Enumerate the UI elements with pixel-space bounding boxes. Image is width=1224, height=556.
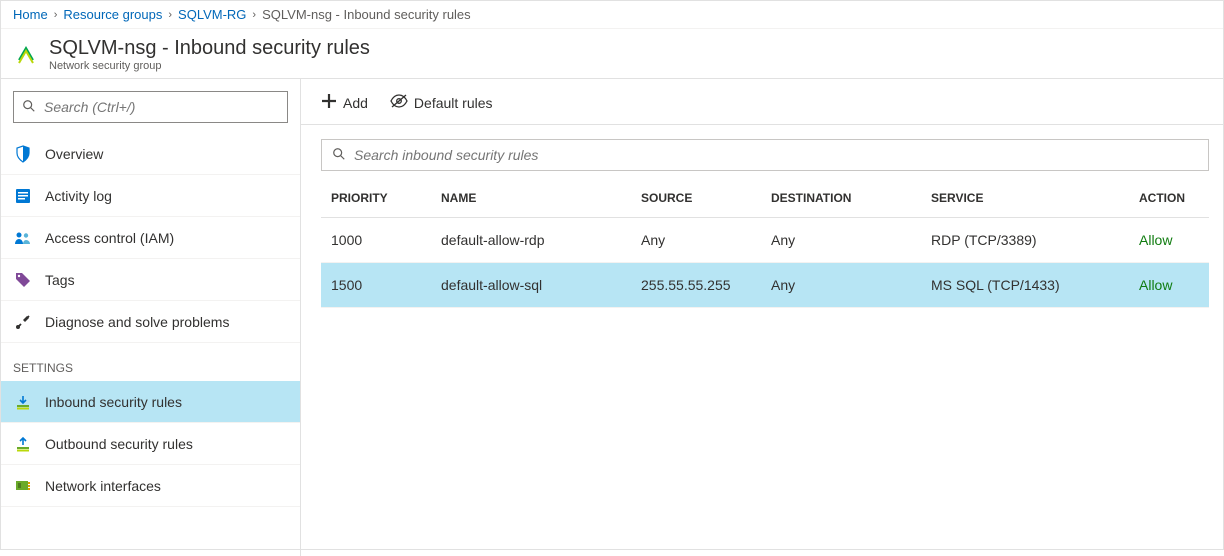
cell-source: Any [631, 218, 761, 263]
sidebar-item-label: Overview [45, 146, 103, 162]
cell-destination: Any [761, 218, 921, 263]
sidebar-item-label: Outbound security rules [45, 436, 193, 452]
default-rules-button[interactable]: Default rules [390, 94, 493, 111]
col-source[interactable]: SOURCE [631, 179, 761, 218]
sidebar-item-diagnose[interactable]: Diagnose and solve problems [1, 301, 300, 343]
inbound-icon [13, 394, 33, 410]
cell-priority: 1500 [321, 263, 431, 308]
chevron-right-icon: › [168, 9, 172, 21]
sidebar-item-label: Tags [45, 272, 75, 288]
sidebar-item-label: Network interfaces [45, 478, 161, 494]
log-icon [13, 188, 33, 204]
cell-action: Allow [1129, 263, 1209, 308]
rules-table: PRIORITY NAME SOURCE DESTINATION SERVICE… [321, 179, 1209, 308]
table-search[interactable] [321, 139, 1209, 171]
sidebar-item-overview[interactable]: Overview [1, 133, 300, 175]
col-priority[interactable]: PRIORITY [321, 179, 431, 218]
chevron-right-icon: › [54, 9, 58, 21]
col-service[interactable]: SERVICE [921, 179, 1129, 218]
col-name[interactable]: NAME [431, 179, 631, 218]
cell-destination: Any [761, 263, 921, 308]
outbound-icon [13, 436, 33, 452]
add-button[interactable]: Add [321, 93, 368, 112]
default-rules-label: Default rules [414, 95, 493, 111]
nsg-icon [15, 45, 37, 65]
col-destination[interactable]: DESTINATION [761, 179, 921, 218]
cell-name: default-allow-sql [431, 263, 631, 308]
nic-icon [13, 479, 33, 493]
cell-name: default-allow-rdp [431, 218, 631, 263]
page-header: SQLVM-nsg - Inbound security rules Netwo… [1, 29, 1223, 78]
sidebar-section-settings: SETTINGS [1, 343, 300, 381]
sidebar-item-label: Access control (IAM) [45, 230, 174, 246]
sidebar-item-outbound-rules[interactable]: Outbound security rules [1, 423, 300, 465]
breadcrumb-home[interactable]: Home [13, 7, 48, 22]
tag-icon [13, 272, 33, 288]
cell-service: MS SQL (TCP/1433) [921, 263, 1129, 308]
search-icon [22, 99, 36, 116]
add-button-label: Add [343, 95, 368, 111]
cell-action: Allow [1129, 218, 1209, 263]
sidebar: Overview Activity log Access control (IA… [1, 79, 301, 556]
sidebar-item-label: Activity log [45, 188, 112, 204]
sidebar-item-tags[interactable]: Tags [1, 259, 300, 301]
table-row[interactable]: 1000 default-allow-rdp Any Any RDP (TCP/… [321, 218, 1209, 263]
sidebar-search-input[interactable] [44, 99, 279, 115]
sidebar-item-label: Inbound security rules [45, 394, 182, 410]
sidebar-item-access-control[interactable]: Access control (IAM) [1, 217, 300, 259]
eye-off-icon [390, 94, 408, 111]
plus-icon [321, 93, 337, 112]
cell-service: RDP (TCP/3389) [921, 218, 1129, 263]
sidebar-search[interactable] [13, 91, 288, 123]
table-search-input[interactable] [354, 147, 1198, 163]
page-subtitle: Network security group [49, 60, 370, 72]
sidebar-item-label: Diagnose and solve problems [45, 314, 229, 330]
chevron-right-icon: › [252, 9, 256, 21]
breadcrumb-resource-groups[interactable]: Resource groups [63, 7, 162, 22]
shield-icon [13, 145, 33, 163]
breadcrumb: Home › Resource groups › SQLVM-RG › SQLV… [1, 1, 1223, 29]
tools-icon [13, 314, 33, 330]
sidebar-item-network-interfaces[interactable]: Network interfaces [1, 465, 300, 507]
cell-priority: 1000 [321, 218, 431, 263]
people-icon [13, 231, 33, 245]
main-panel: Add Default rules PRIORITY [301, 79, 1223, 556]
table-row[interactable]: 1500 default-allow-sql 255.55.55.255 Any… [321, 263, 1209, 308]
toolbar: Add Default rules [301, 89, 1223, 125]
col-action[interactable]: ACTION [1129, 179, 1209, 218]
sidebar-item-inbound-rules[interactable]: Inbound security rules [1, 381, 300, 423]
search-icon [332, 147, 346, 164]
page-title: SQLVM-nsg - Inbound security rules [49, 37, 370, 60]
sidebar-item-activity-log[interactable]: Activity log [1, 175, 300, 217]
breadcrumb-current: SQLVM-nsg - Inbound security rules [262, 7, 471, 22]
cell-source: 255.55.55.255 [631, 263, 761, 308]
breadcrumb-rg[interactable]: SQLVM-RG [178, 7, 246, 22]
